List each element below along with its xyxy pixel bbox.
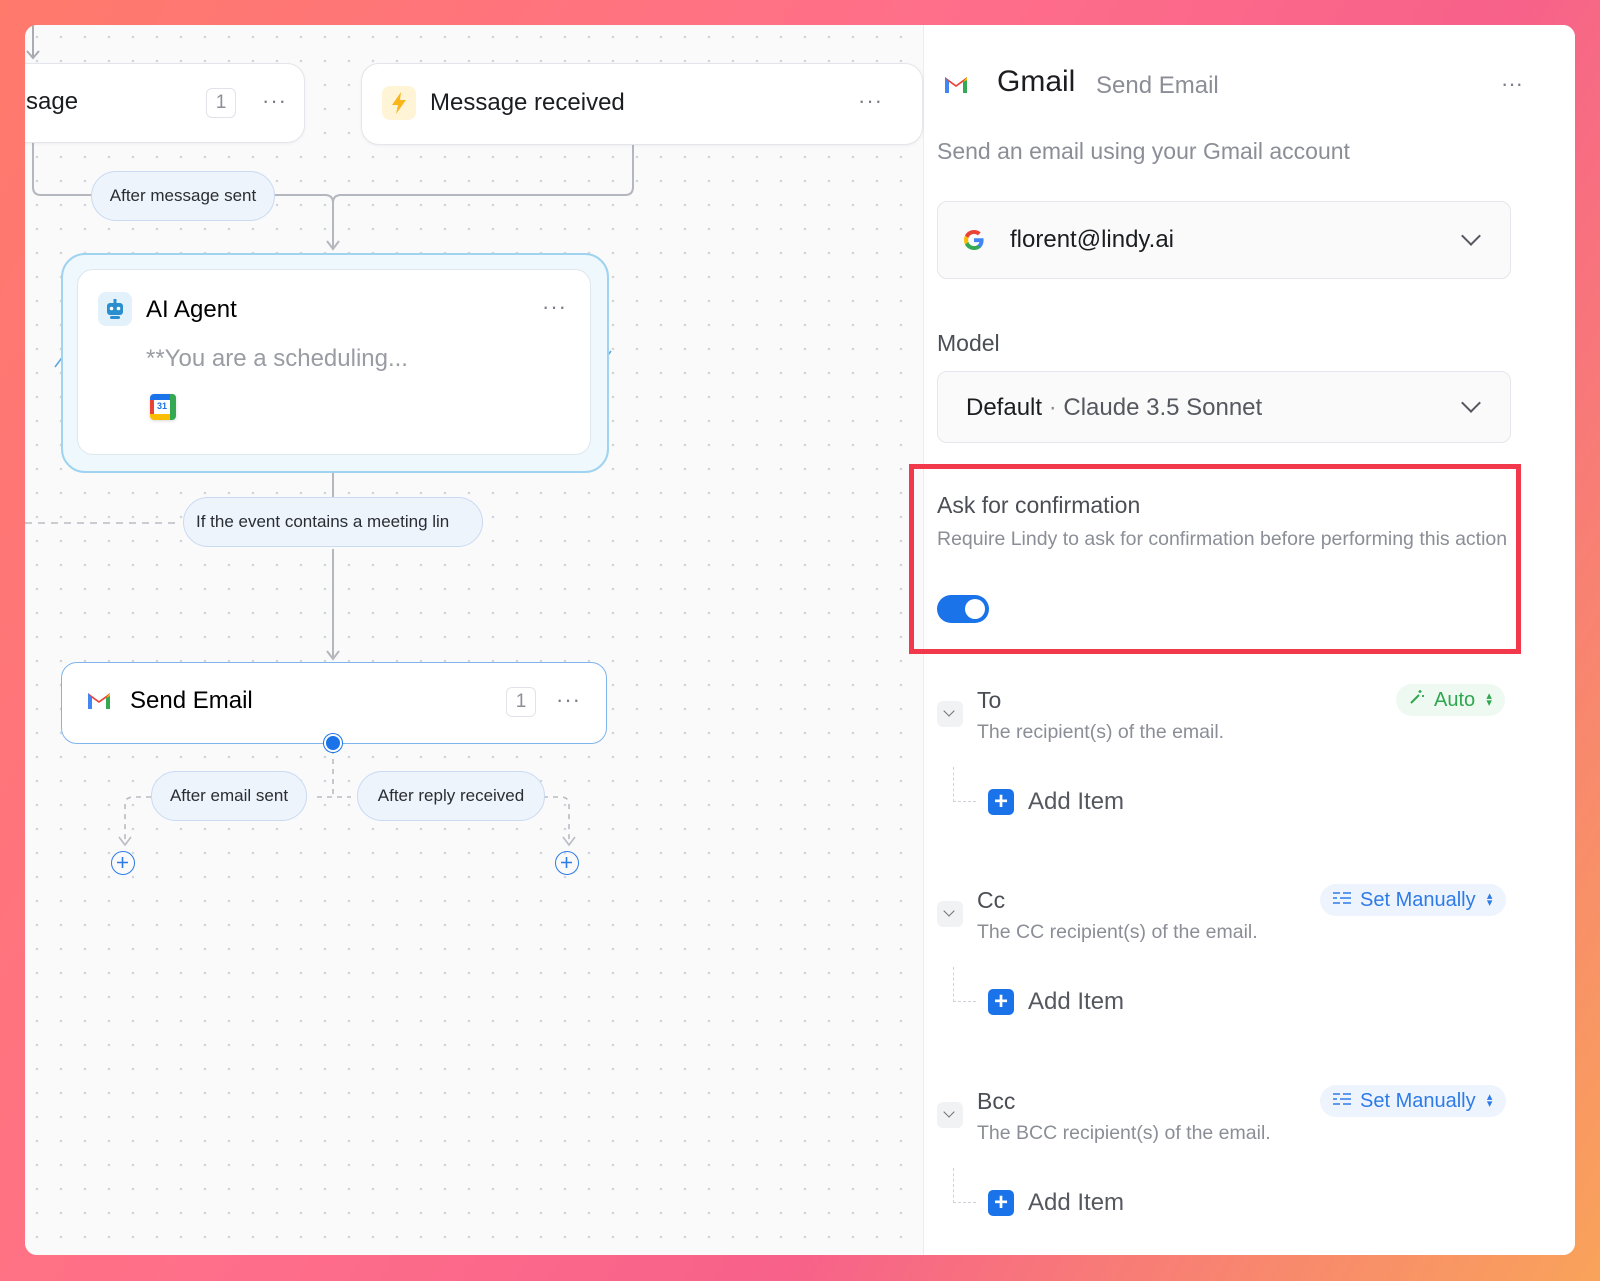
ai-agent-menu-button[interactable]: ··· — [542, 294, 567, 320]
app-window: sage 1 ··· Message received ··· After me… — [25, 25, 1575, 1255]
ai-agent-title: AI Agent — [146, 296, 237, 323]
field-to-description: The recipient(s) of the email. — [977, 721, 1225, 743]
field-cc-label: Cc — [977, 887, 1006, 913]
partial-node-count: 1 — [206, 88, 236, 118]
field-cc-add-item[interactable]: Add Item — [1028, 988, 1124, 1016]
edge-label-after-message-sent[interactable]: After message sent — [91, 171, 275, 221]
confirmation-title: Ask for confirmation — [937, 492, 1141, 518]
send-email-title: Send Email — [130, 687, 253, 714]
field-cc-description: The CC recipient(s) of the email. — [977, 921, 1258, 943]
field-to-add-item[interactable]: Add Item — [1028, 788, 1124, 816]
tree-connector — [953, 1168, 976, 1203]
chevron-down-icon[interactable] — [937, 1102, 963, 1128]
partial-node-menu-button[interactable]: ··· — [262, 88, 287, 114]
google-icon — [962, 228, 986, 257]
gmail-icon — [943, 73, 969, 100]
chevron-down-icon[interactable] — [937, 901, 963, 927]
edge-label-condition[interactable]: If the event contains a meeting lin — [183, 497, 483, 547]
ai-agent-node[interactable]: AI Agent ··· **You are a scheduling... 3… — [61, 253, 609, 473]
send-email-menu-button[interactable]: ··· — [556, 687, 581, 713]
trigger-node-menu-button[interactable]: ··· — [858, 88, 883, 114]
output-handle[interactable] — [324, 734, 342, 752]
calendar-day: 31 — [156, 401, 167, 411]
model-value: Default · Claude 3.5 Sonnet — [966, 394, 1262, 422]
tree-connector — [953, 967, 976, 1002]
chevron-down-icon — [1461, 226, 1481, 246]
ai-agent-card[interactable]: AI Agent ··· **You are a scheduling... 3… — [77, 269, 591, 455]
partial-node[interactable]: sage 1 ··· — [25, 63, 305, 143]
field-bcc-description: The BCC recipient(s) of the email. — [977, 1122, 1271, 1144]
field-cc-mode-select[interactable]: Set Manually ▴ ▾ — [1320, 884, 1506, 916]
workflow-canvas[interactable]: sage 1 ··· Message received ··· After me… — [25, 25, 924, 1255]
magic-wand-icon — [1408, 688, 1426, 712]
field-bcc-add-item[interactable]: Add Item — [1028, 1189, 1124, 1217]
field-to-label: To — [977, 687, 1002, 713]
up-down-icon: ▴ ▾ — [1486, 1091, 1493, 1110]
list-icon — [1332, 1090, 1352, 1113]
trigger-node-title: Message received — [430, 89, 625, 116]
account-value: florent@lindy.ai — [1010, 226, 1174, 253]
trigger-node-message-received[interactable]: Message received ··· — [361, 63, 923, 145]
google-calendar-icon: 31 — [150, 394, 176, 420]
field-to-mode-value: Auto — [1434, 688, 1476, 711]
confirmation-description: Require Lindy to ask for confirmation be… — [937, 528, 1508, 550]
ai-agent-prompt-preview: **You are a scheduling... — [146, 345, 408, 372]
lightning-icon — [382, 86, 416, 120]
chevron-down-icon[interactable] — [937, 701, 963, 727]
model-value-name: Claude 3.5 Sonnet — [1063, 394, 1263, 421]
panel-description: Send an email using your Gmail account — [937, 138, 1350, 164]
partial-node-title: sage — [26, 88, 79, 115]
add-step-plus-icon[interactable] — [555, 851, 579, 875]
toggle-knob — [965, 599, 985, 619]
panel-app-name: Gmail — [997, 65, 1076, 98]
field-bcc-mode-select[interactable]: Set Manually ▴ ▾ — [1320, 1085, 1506, 1117]
account-select[interactable]: florent@lindy.ai — [937, 201, 1511, 279]
list-icon — [1332, 889, 1352, 912]
send-email-count: 1 — [506, 687, 536, 717]
field-to-mode-select[interactable]: Auto ▴ ▾ — [1396, 684, 1506, 716]
edge-label-after-email-sent[interactable]: After email sent — [151, 771, 307, 821]
add-item-plus-icon[interactable]: + — [988, 989, 1014, 1015]
up-down-icon: ▴ ▾ — [1486, 890, 1493, 909]
model-value-default: Default — [966, 394, 1043, 421]
field-bcc-label: Bcc — [977, 1088, 1016, 1114]
model-value-separator: · — [1042, 394, 1064, 421]
add-step-plus-icon[interactable] — [111, 851, 135, 875]
up-down-icon: ▴ ▾ — [1486, 690, 1492, 709]
tree-connector — [953, 767, 976, 802]
chevron-down-icon — [1461, 393, 1481, 413]
panel-action-name: Send Email — [1096, 72, 1219, 99]
robot-icon — [98, 292, 132, 326]
panel-menu-button[interactable]: ··· — [1501, 71, 1523, 97]
model-label: Model — [937, 330, 1000, 356]
send-email-node[interactable]: Send Email 1 ··· — [61, 662, 607, 752]
add-item-plus-icon[interactable]: + — [988, 1190, 1014, 1216]
confirmation-toggle[interactable] — [937, 595, 989, 623]
model-select[interactable]: Default · Claude 3.5 Sonnet — [937, 371, 1511, 443]
field-cc-mode-value: Set Manually — [1360, 888, 1476, 911]
add-item-plus-icon[interactable]: + — [988, 789, 1014, 815]
edge-label-after-reply-received[interactable]: After reply received — [357, 771, 545, 821]
gmail-icon — [86, 689, 112, 716]
field-bcc-mode-value: Set Manually — [1360, 1089, 1476, 1112]
